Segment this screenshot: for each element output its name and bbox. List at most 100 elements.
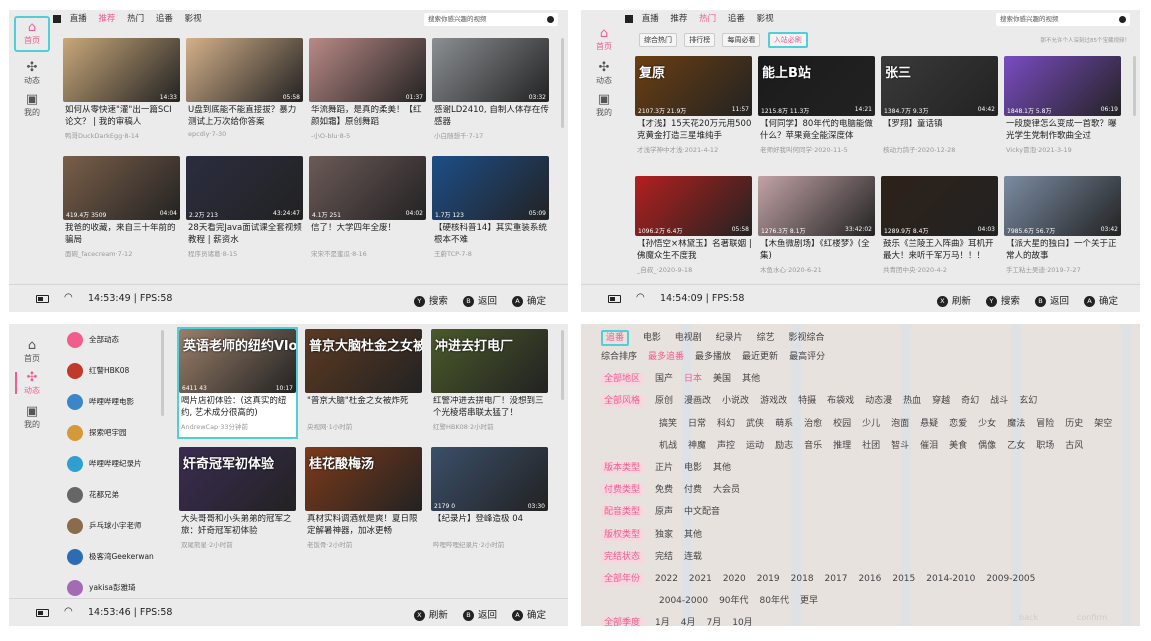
filter-option[interactable]: 乙女 bbox=[1007, 440, 1025, 452]
tab-movie[interactable]: 电影 bbox=[643, 332, 661, 344]
filter-option[interactable]: 冒险 bbox=[1036, 418, 1054, 430]
tab-hot[interactable]: 热门 bbox=[699, 12, 716, 24]
subtab-ranking[interactable]: 排行榜 bbox=[684, 33, 716, 47]
back-button[interactable]: B 返回 bbox=[462, 610, 497, 621]
filter-option[interactable]: 特摄 bbox=[798, 395, 816, 407]
tab-recommend[interactable]: 推荐 bbox=[98, 12, 115, 24]
filter-option[interactable]: 布袋戏 bbox=[827, 395, 854, 407]
tab-variety[interactable]: 综艺 bbox=[757, 332, 775, 344]
uploader-item[interactable]: 花都兄弟 bbox=[61, 485, 173, 505]
nav-dynamic[interactable]: ✣ 动态 bbox=[586, 58, 622, 94]
filter-option[interactable]: 穿越 bbox=[932, 395, 950, 407]
scrollbar[interactable] bbox=[561, 330, 564, 400]
filter-option[interactable]: 付费 bbox=[684, 484, 702, 496]
filter-option[interactable]: 美食 bbox=[949, 440, 967, 452]
filter-option[interactable]: 小说改 bbox=[722, 395, 749, 407]
uploader-item[interactable]: 探索吧宇园 bbox=[61, 423, 173, 443]
filter-option[interactable]: 最多追番 bbox=[648, 351, 684, 363]
filter-option[interactable]: 励志 bbox=[775, 440, 793, 452]
filter-option[interactable]: 历史 bbox=[1065, 418, 1083, 430]
nav-home[interactable]: ⌂ 首页 bbox=[586, 24, 622, 60]
filter-option[interactable]: 少儿 bbox=[862, 418, 880, 430]
filter-option[interactable]: 最高评分 bbox=[789, 351, 825, 363]
filter-label[interactable]: 付费类型 bbox=[601, 484, 644, 497]
scrollbar[interactable] bbox=[561, 38, 564, 128]
uploader-item[interactable]: 乒乓球小宇老师 bbox=[61, 516, 173, 536]
filter-option[interactable]: 搞笑 bbox=[659, 418, 677, 430]
uploader-item[interactable]: 全部动态 bbox=[61, 330, 173, 350]
filter-option[interactable]: 运动 bbox=[746, 440, 764, 452]
filter-option[interactable]: 科幻 bbox=[717, 418, 735, 430]
search-button[interactable]: Y 搜索 bbox=[413, 296, 448, 307]
filter-option[interactable]: 机战 bbox=[659, 440, 677, 452]
filter-option[interactable]: 智斗 bbox=[891, 440, 909, 452]
filter-option[interactable]: 热血 bbox=[903, 395, 921, 407]
search-input[interactable]: 搜索你感兴趣的视频 bbox=[424, 13, 558, 26]
filter-option[interactable]: 2020 bbox=[723, 573, 746, 585]
filter-option[interactable]: 2022 bbox=[655, 573, 678, 585]
scrollbar[interactable] bbox=[1133, 56, 1136, 116]
tab-bangumi[interactable]: 追番 bbox=[601, 330, 630, 346]
filter-option[interactable]: 社团 bbox=[862, 440, 880, 452]
nav-mine[interactable]: ▣ 我的 bbox=[14, 402, 50, 438]
filter-option[interactable]: 武侠 bbox=[746, 418, 764, 430]
filter-option[interactable]: 治愈 bbox=[804, 418, 822, 430]
filter-option[interactable]: 电影 bbox=[684, 462, 702, 474]
filter-option[interactable]: 完结 bbox=[655, 551, 673, 563]
filter-option[interactable]: 动态漫 bbox=[865, 395, 892, 407]
nav-mine[interactable]: ▣ 我的 bbox=[14, 90, 50, 126]
filter-option[interactable]: 2016 bbox=[858, 573, 881, 585]
filter-label[interactable]: 全部风格 bbox=[601, 395, 644, 408]
uploader-item[interactable]: 哔哩哔哩纪录片 bbox=[61, 454, 173, 474]
filter-option[interactable]: 10月 bbox=[732, 617, 752, 626]
refresh-button[interactable]: X 刷新 bbox=[413, 610, 448, 621]
filter-option[interactable]: 职场 bbox=[1036, 440, 1054, 452]
filter-option[interactable]: 80年代 bbox=[760, 595, 789, 607]
filter-option[interactable]: 中文配音 bbox=[684, 506, 720, 518]
filter-option[interactable]: 2004-2000 bbox=[659, 595, 708, 607]
filter-option[interactable]: 推理 bbox=[833, 440, 851, 452]
uploader-item[interactable]: 红警HBK08 bbox=[61, 361, 173, 381]
filter-label[interactable]: 全部季度 bbox=[601, 617, 644, 626]
filter-option[interactable]: 2015 bbox=[892, 573, 915, 585]
filter-option[interactable]: 催泪 bbox=[920, 440, 938, 452]
tab-live[interactable]: 直播 bbox=[642, 12, 659, 24]
tab-movie[interactable]: 影视 bbox=[757, 12, 774, 24]
filter-option[interactable]: 魔法 bbox=[1007, 418, 1025, 430]
nav-home[interactable]: ⌂ 首页 bbox=[14, 16, 50, 52]
confirm-button[interactable]: A 确定 bbox=[511, 296, 546, 307]
filter-option[interactable]: 2017 bbox=[825, 573, 848, 585]
tab-bangumi[interactable]: 追番 bbox=[156, 12, 173, 24]
filter-option[interactable]: 其他 bbox=[713, 462, 731, 474]
filter-option[interactable]: 音乐 bbox=[804, 440, 822, 452]
filter-option[interactable]: 战斗 bbox=[990, 395, 1008, 407]
filter-option[interactable]: 正片 bbox=[655, 462, 673, 474]
tab-film-general[interactable]: 影视综合 bbox=[788, 332, 824, 344]
filter-option[interactable]: 泡面 bbox=[891, 418, 909, 430]
uploader-item[interactable]: 哔哩哔哩电影 bbox=[61, 392, 173, 412]
filter-option[interactable]: 其他 bbox=[684, 529, 702, 541]
nav-dynamic[interactable]: ✣ 动态 bbox=[14, 58, 50, 94]
filter-label[interactable]: 完结状态 bbox=[601, 550, 644, 563]
filter-option[interactable]: 偶像 bbox=[978, 440, 996, 452]
filter-label[interactable]: 全部地区 bbox=[601, 373, 644, 386]
filter-option[interactable]: 2019 bbox=[757, 573, 780, 585]
filter-option[interactable]: 游戏改 bbox=[760, 395, 787, 407]
filter-option[interactable]: 2018 bbox=[791, 573, 814, 585]
filter-option[interactable]: 免费 bbox=[655, 484, 673, 496]
filter-option[interactable]: 其他 bbox=[742, 373, 760, 385]
subtab-must-see[interactable]: 入站必刷 bbox=[767, 32, 808, 48]
video-card[interactable]: 英语老师的纽约Vlog 6411 43 10:17 喝片店初体验：(这真实的纽约, 艺… bbox=[177, 327, 298, 439]
filter-option[interactable]: 2009-2005 bbox=[986, 573, 1035, 585]
tab-live[interactable]: 直播 bbox=[70, 12, 87, 24]
back-button[interactable]: B 返回 bbox=[1034, 296, 1069, 307]
tab-tv[interactable]: 电视剧 bbox=[675, 332, 702, 344]
search-input[interactable]: 搜索你感兴趣的视频 bbox=[996, 13, 1130, 26]
filter-option[interactable]: 悬疑 bbox=[920, 418, 938, 430]
nav-dynamic[interactable]: ✣ 动态 bbox=[14, 368, 50, 404]
uploader-item[interactable]: yakisa彭雅琦 bbox=[61, 578, 173, 598]
search-button[interactable]: Y 搜索 bbox=[985, 296, 1020, 307]
subtab-overall[interactable]: 综合热门 bbox=[639, 33, 677, 47]
filter-option[interactable]: 1月 bbox=[655, 617, 670, 626]
filter-option[interactable]: 7月 bbox=[706, 617, 721, 626]
